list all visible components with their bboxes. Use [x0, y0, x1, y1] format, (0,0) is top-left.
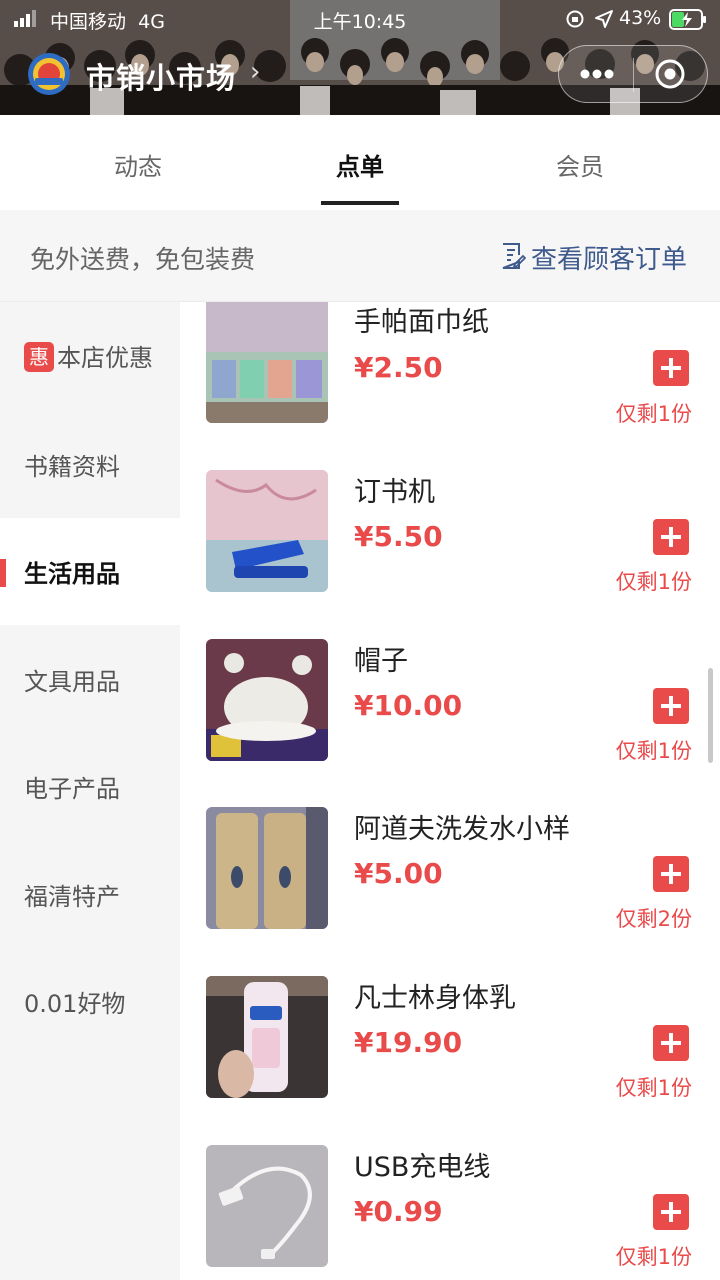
sidebar-item-electronics[interactable]: 电子产品: [0, 733, 180, 840]
sidebar-item-promotions[interactable]: 惠本店优惠: [0, 302, 180, 409]
product-name: USB充电线: [354, 1152, 491, 1183]
stock-remaining: 仅剩1份: [615, 1245, 692, 1269]
product-name: 订书机: [354, 477, 435, 508]
product-price: ¥10.00: [354, 689, 463, 722]
sidebar-item-fuqing-specialty[interactable]: 福清特产: [0, 841, 180, 948]
order-list-icon: [502, 243, 526, 269]
logo-emblem[interactable]: [27, 52, 71, 96]
add-to-cart-button[interactable]: [653, 519, 689, 555]
sidebar-item-label: 文具用品: [24, 668, 120, 696]
sidebar-item-books[interactable]: 书籍资料: [0, 411, 180, 518]
status-bar: 中国移动 4G 上午10:45 43%: [0, 0, 720, 38]
sidebar-item-label: 电子产品: [24, 775, 120, 803]
sidebar-item-label: 0.01好物: [24, 990, 126, 1018]
sidebar-item-stationery[interactable]: 文具用品: [0, 626, 180, 733]
product-name: 凡士林身体乳: [354, 983, 516, 1014]
product-item[interactable]: USB充电线 ¥0.99 仅剩1份: [180, 1145, 720, 1280]
product-image: [206, 807, 328, 929]
product-item[interactable]: 凡士林身体乳 ¥19.90 仅剩1份: [180, 976, 720, 1144]
product-image: [206, 976, 328, 1098]
location-icon: [595, 10, 613, 28]
product-price: ¥5.50: [354, 520, 443, 553]
product-image: [206, 1145, 328, 1267]
product-item[interactable]: 帽子 ¥10.00 仅剩1份: [180, 639, 720, 807]
stock-remaining: 仅剩1份: [615, 570, 692, 594]
sidebar-item-label: 本店优惠: [57, 344, 153, 372]
sidebar-item-label: 生活用品: [24, 560, 120, 588]
sidebar-item-label: 书籍资料: [24, 453, 120, 481]
product-price: ¥0.99: [354, 1195, 443, 1228]
capsule-menu: [558, 45, 708, 103]
product-price: ¥19.90: [354, 1026, 463, 1059]
promo-badge-icon: 惠: [24, 342, 54, 372]
tab-member[interactable]: 会员: [510, 147, 650, 182]
product-item[interactable]: 手帕面巾纸 ¥2.50 仅剩1份: [180, 302, 720, 470]
sidebar-item-daily-goods[interactable]: 生活用品: [0, 518, 180, 625]
more-icon[interactable]: [580, 69, 614, 79]
chevron-right-icon[interactable]: ›: [250, 57, 260, 87]
sidebar-item-label: 福清特产: [24, 883, 120, 911]
product-item[interactable]: 阿道夫洗发水小样 ¥5.00 仅剩2份: [180, 807, 720, 975]
add-to-cart-button[interactable]: [653, 856, 689, 892]
target-icon[interactable]: [654, 58, 686, 90]
tab-dynamic[interactable]: 动态: [68, 147, 208, 182]
list-scrollbar[interactable]: [708, 668, 713, 763]
notice-bar: 免外送费，免包装费 查看顾客订单: [0, 210, 720, 302]
product-image: [206, 302, 328, 423]
tab-bar: 动态 点单 会员: [0, 115, 720, 210]
view-customer-orders-label: 查看顾客订单: [531, 245, 688, 275]
mini-program-title[interactable]: 市销小市场: [86, 55, 236, 97]
stock-remaining: 仅剩1份: [615, 402, 692, 426]
nav-bar: 市销小市场 ›: [0, 40, 720, 106]
delivery-notice: 免外送费，免包装费: [30, 245, 256, 274]
product-name: 帽子: [354, 646, 408, 677]
stock-remaining: 仅剩1份: [615, 739, 692, 763]
product-item[interactable]: 订书机 ¥5.50 仅剩1份: [180, 470, 720, 638]
add-to-cart-button[interactable]: [653, 350, 689, 386]
stock-remaining: 仅剩2份: [615, 907, 692, 931]
active-category-indicator: [0, 559, 6, 587]
category-sidebar: 惠本店优惠 书籍资料 生活用品 文具用品 电子产品 福清特产 0.01好物: [0, 302, 180, 1280]
add-to-cart-button[interactable]: [653, 1194, 689, 1230]
rotation-lock-icon: [566, 10, 584, 28]
active-tab-indicator: [321, 201, 399, 205]
product-price: ¥5.00: [354, 857, 443, 890]
header-banner: 中国移动 4G 上午10:45 43% 市销小市场 ›: [0, 0, 720, 115]
product-name: 阿道夫洗发水小样: [354, 814, 570, 845]
product-name: 手帕面巾纸: [354, 307, 489, 338]
capsule-divider: [633, 58, 634, 92]
tab-order[interactable]: 点单: [290, 147, 430, 182]
add-to-cart-button[interactable]: [653, 688, 689, 724]
product-image: [206, 470, 328, 592]
product-list: 手帕面巾纸 ¥2.50 仅剩1份 订书机 ¥5.50 仅剩1份 帽子 ¥10.0…: [180, 302, 720, 1280]
sidebar-item-penny-deals[interactable]: 0.01好物: [0, 948, 180, 1055]
product-image: [206, 639, 328, 761]
product-price: ¥2.50: [354, 351, 443, 384]
battery-percent: 43%: [619, 7, 662, 29]
battery-icon: [669, 9, 706, 30]
add-to-cart-button[interactable]: [653, 1025, 689, 1061]
stock-remaining: 仅剩1份: [615, 1076, 692, 1100]
